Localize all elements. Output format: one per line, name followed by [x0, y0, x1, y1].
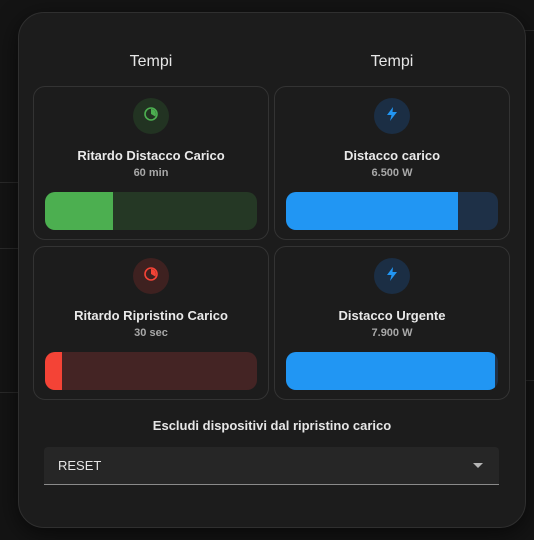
- card-ritardo-distacco[interactable]: Ritardo Distacco Carico 60 min: [33, 86, 269, 240]
- icon-circle: [374, 258, 410, 294]
- progress-bar[interactable]: [286, 192, 498, 230]
- column-header-right: Tempi: [370, 53, 414, 70]
- progress-fill: [286, 352, 495, 390]
- icon-circle: [133, 98, 169, 134]
- card-title: Distacco Urgente: [338, 308, 446, 323]
- card-distacco-urgente[interactable]: Distacco Urgente 7.900 W: [274, 246, 510, 400]
- icon-circle: [374, 98, 410, 134]
- timer-icon: [143, 266, 159, 287]
- card-title: Ritardo Distacco Carico: [77, 148, 225, 163]
- progress-bar[interactable]: [45, 352, 257, 390]
- card-ritardo-ripristino[interactable]: Ritardo Ripristino Carico 30 sec: [33, 246, 269, 400]
- timer-icon: [143, 106, 159, 127]
- card-title: Ritardo Ripristino Carico: [74, 308, 228, 323]
- background-divider: [0, 392, 18, 393]
- progress-bar[interactable]: [286, 352, 498, 390]
- background-divider: [0, 182, 18, 183]
- flash-icon: [385, 266, 399, 287]
- exclude-devices-label: Escludi dispositivi dal ripristino caric…: [152, 418, 392, 433]
- progress-fill: [45, 352, 62, 390]
- icon-circle: [133, 258, 169, 294]
- flash-icon: [385, 106, 399, 127]
- card-value: 60 min: [133, 167, 169, 179]
- card-value: 7.900 W: [371, 327, 413, 339]
- select-value: RESET: [58, 458, 102, 473]
- progress-bar[interactable]: [45, 192, 257, 230]
- card-value: 30 sec: [134, 327, 168, 339]
- card-title: Distacco carico: [343, 148, 441, 163]
- progress-fill: [286, 192, 458, 230]
- exclude-devices-select[interactable]: RESET: [44, 447, 499, 485]
- background-divider: [0, 248, 18, 249]
- load-control-dialog: Tempi Tempi Ritardo Distacco Carico 60 m…: [18, 12, 526, 528]
- card-distacco-carico[interactable]: Distacco carico 6.500 W: [274, 86, 510, 240]
- card-value: 6.500 W: [371, 167, 413, 179]
- column-header-left: Tempi: [129, 53, 173, 70]
- background-divider: [524, 30, 534, 31]
- dropdown-arrow-icon[interactable]: [473, 463, 483, 468]
- progress-fill: [45, 192, 113, 230]
